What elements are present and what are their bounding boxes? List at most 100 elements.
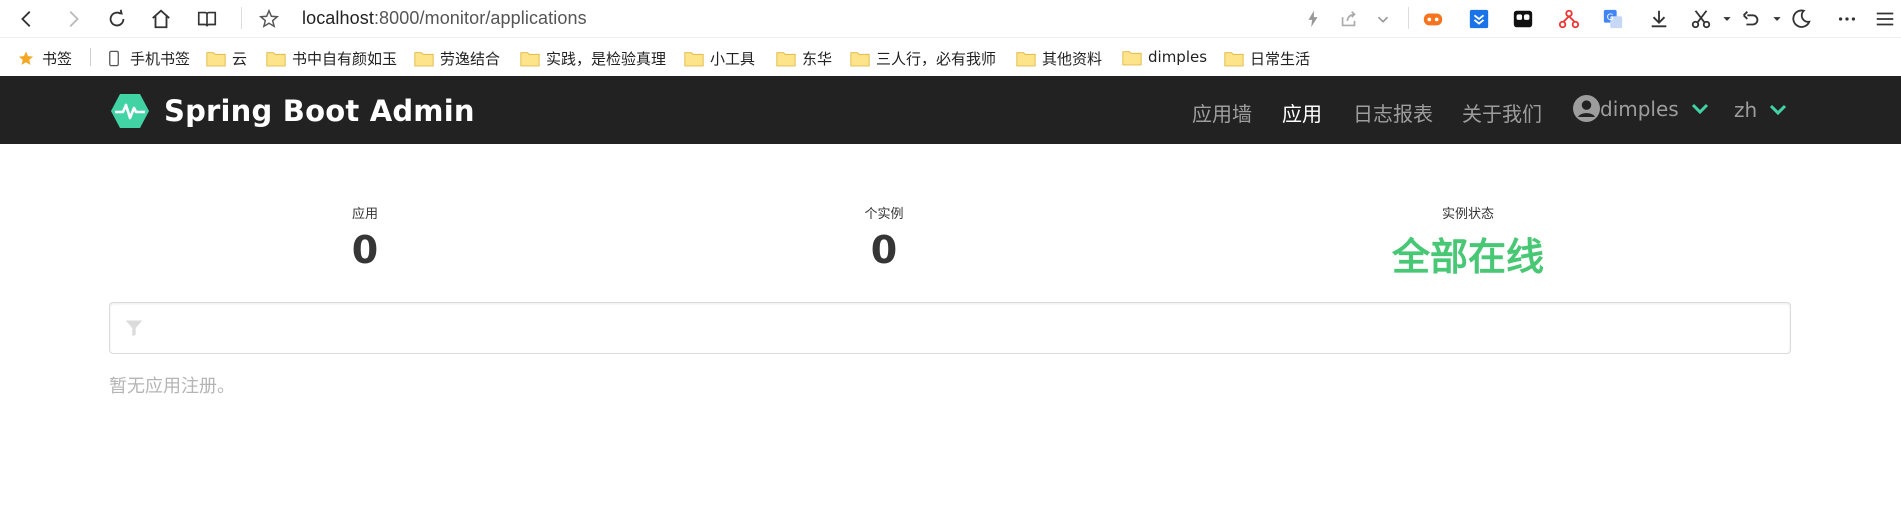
bookmark-item[interactable]: 实践，是检验真理 [520, 48, 670, 69]
night-mode-button[interactable] [1788, 6, 1814, 32]
url-host: localhost [302, 8, 374, 28]
caret-down-icon [1723, 17, 1731, 21]
gamepad-icon [1423, 13, 1443, 26]
instance-status-stat: 实例状态 全部在线 [1318, 203, 1618, 281]
empty-state-message: 暂无应用注册。 [109, 376, 235, 397]
book-icon [197, 11, 217, 27]
chevron-down-icon [1691, 103, 1708, 114]
bookmark-label: 书中自有颜如玉 [292, 50, 398, 68]
user-menu[interactable]: dimples [1573, 95, 1709, 122]
share-dropdown[interactable] [1370, 6, 1396, 32]
back-icon [21, 11, 31, 27]
bookmark-item[interactable]: 小工具 [684, 48, 755, 69]
user-name: dimples [1600, 96, 1679, 121]
tv-extension-button[interactable] [1510, 6, 1536, 32]
share-button[interactable] [1336, 6, 1362, 32]
bookmark-star-button[interactable] [254, 4, 284, 34]
application-filter [109, 302, 1791, 354]
language-code: zh [1734, 98, 1758, 122]
home-icon [152, 9, 170, 29]
network-extension-button[interactable] [1556, 6, 1582, 32]
translate-icon: G [1603, 9, 1623, 29]
nav-item-about[interactable]: 关于我们 [1462, 98, 1542, 127]
translate-extension-button[interactable]: G [1600, 6, 1626, 32]
bookmark-item[interactable]: 日常生活 [1224, 48, 1310, 69]
forward-button[interactable] [58, 4, 88, 34]
home-button[interactable] [146, 4, 176, 34]
tv-icon [1513, 10, 1533, 28]
moon-icon [1792, 9, 1811, 28]
bookmark-item[interactable]: 书签 [16, 48, 72, 69]
bookmark-label: 书签 [42, 50, 73, 68]
toolbar-divider [241, 7, 242, 29]
instances-label: 个实例 [864, 207, 904, 222]
folder-icon [266, 52, 286, 67]
app-navbar: Spring Boot Admin 应用墙 应用 日志报表 关于我们 dimpl… [0, 76, 1901, 144]
instance-status-value: 全部在线 [1391, 235, 1544, 279]
folder-icon [520, 52, 540, 67]
nav-item-applications[interactable]: 应用 [1282, 98, 1322, 127]
nav-item-journal[interactable]: 日志报表 [1353, 98, 1433, 127]
main-menu-button[interactable] [1872, 6, 1898, 32]
share-icon [1341, 11, 1356, 27]
bookmark-item[interactable]: 其他资料 [1016, 48, 1102, 69]
download-box-icon [1469, 9, 1489, 29]
more-menu-button[interactable] [1834, 6, 1860, 32]
network-icon [1558, 9, 1580, 29]
folder-icon [1122, 50, 1142, 65]
caret-down-icon [1773, 17, 1781, 21]
bookmark-label: 日常生活 [1250, 50, 1311, 68]
folder-icon [1224, 52, 1244, 67]
svg-text:G: G [1607, 12, 1614, 23]
folder-icon [776, 52, 796, 67]
brand-link[interactable]: Spring Boot Admin [110, 91, 475, 131]
filter-input[interactable] [154, 303, 1778, 353]
star-outline-icon [258, 8, 280, 28]
screenshot-button[interactable] [1688, 6, 1714, 32]
undo-dropdown[interactable] [1764, 6, 1790, 32]
bookmark-label: 东华 [802, 50, 833, 68]
folder-icon [206, 52, 226, 67]
undo-icon [1743, 11, 1759, 26]
scissors-icon [1691, 10, 1711, 29]
downloads-button[interactable] [1646, 6, 1672, 32]
bookmark-label: 其他资料 [1042, 50, 1103, 68]
lightning-icon [1308, 10, 1318, 28]
instances-stat: 个实例 0 [834, 203, 934, 272]
screenshot-dropdown[interactable] [1714, 6, 1740, 32]
bookmark-item[interactable]: dimples [1122, 48, 1207, 66]
reader-button[interactable] [192, 4, 222, 34]
bookmark-label: dimples [1148, 48, 1208, 66]
hamburger-icon [1876, 12, 1894, 26]
bookmark-item[interactable]: 东华 [776, 48, 832, 69]
undo-close-button[interactable] [1738, 6, 1764, 32]
download-extension-button[interactable] [1466, 6, 1492, 32]
back-button[interactable] [12, 4, 42, 34]
more-icon [1838, 17, 1856, 21]
bookmarks-bar: 书签 手机书签 云 书中自有颜如玉 劳逸结合 实践，是检验真理 小工具 东华 三… [0, 38, 1901, 77]
bookmark-item[interactable]: 手机书签 [104, 48, 190, 69]
bookmark-item[interactable]: 三人行，必有我师 [850, 48, 1010, 69]
bookmark-item[interactable]: 云 [206, 48, 247, 69]
bookmark-item[interactable]: 书中自有颜如玉 [266, 48, 397, 69]
chevron-down-icon [1377, 16, 1389, 23]
game-extension-button[interactable] [1420, 6, 1446, 32]
bookmark-label: 三人行，必有我师 [876, 50, 997, 68]
bookmark-label: 小工具 [710, 50, 756, 68]
nav-item-wallboard[interactable]: 应用墙 [1192, 98, 1252, 127]
bookmark-label: 实践，是检验真理 [546, 50, 667, 68]
bookmark-label: 手机书签 [130, 50, 191, 68]
filter-icon [125, 320, 143, 337]
address-bar[interactable]: localhost:8000/monitor/applications [302, 8, 587, 29]
bookmarks-divider [90, 48, 91, 66]
url-path: :8000/monitor/applications [373, 8, 587, 28]
applications-label: 应用 [351, 207, 378, 222]
brand-title: Spring Boot Admin [164, 94, 475, 128]
bookmark-label: 劳逸结合 [440, 50, 501, 68]
bookmark-item[interactable]: 劳逸结合 [414, 48, 500, 69]
lightning-button[interactable] [1300, 6, 1326, 32]
forward-icon [69, 11, 79, 27]
reload-button[interactable] [102, 4, 132, 34]
reload-icon [109, 9, 125, 27]
language-menu[interactable]: zh [1734, 98, 1787, 122]
